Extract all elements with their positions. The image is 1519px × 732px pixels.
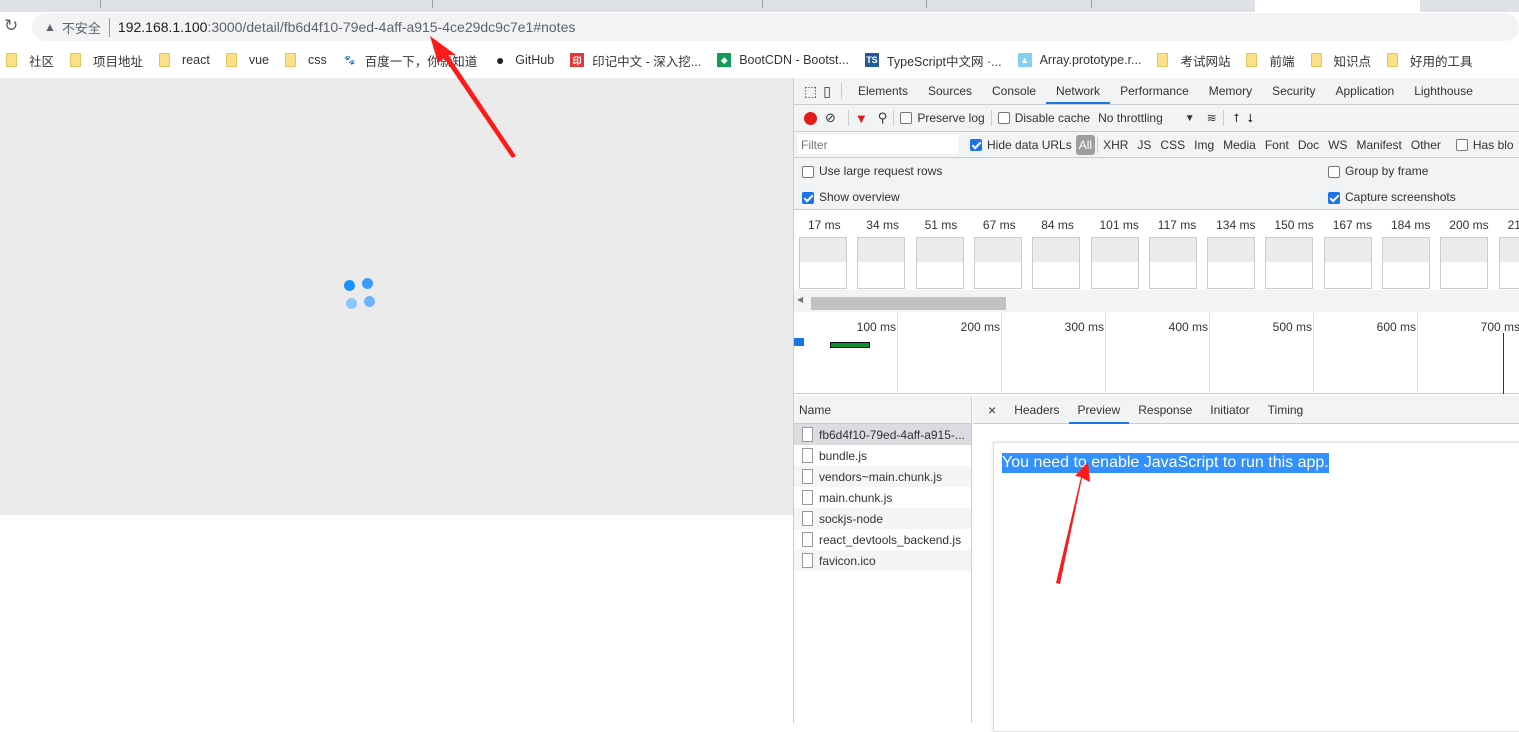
annotation-arrow-icon <box>430 36 516 158</box>
annotation-arrow-icon <box>1056 462 1090 584</box>
annotation-arrows <box>430 36 1090 584</box>
